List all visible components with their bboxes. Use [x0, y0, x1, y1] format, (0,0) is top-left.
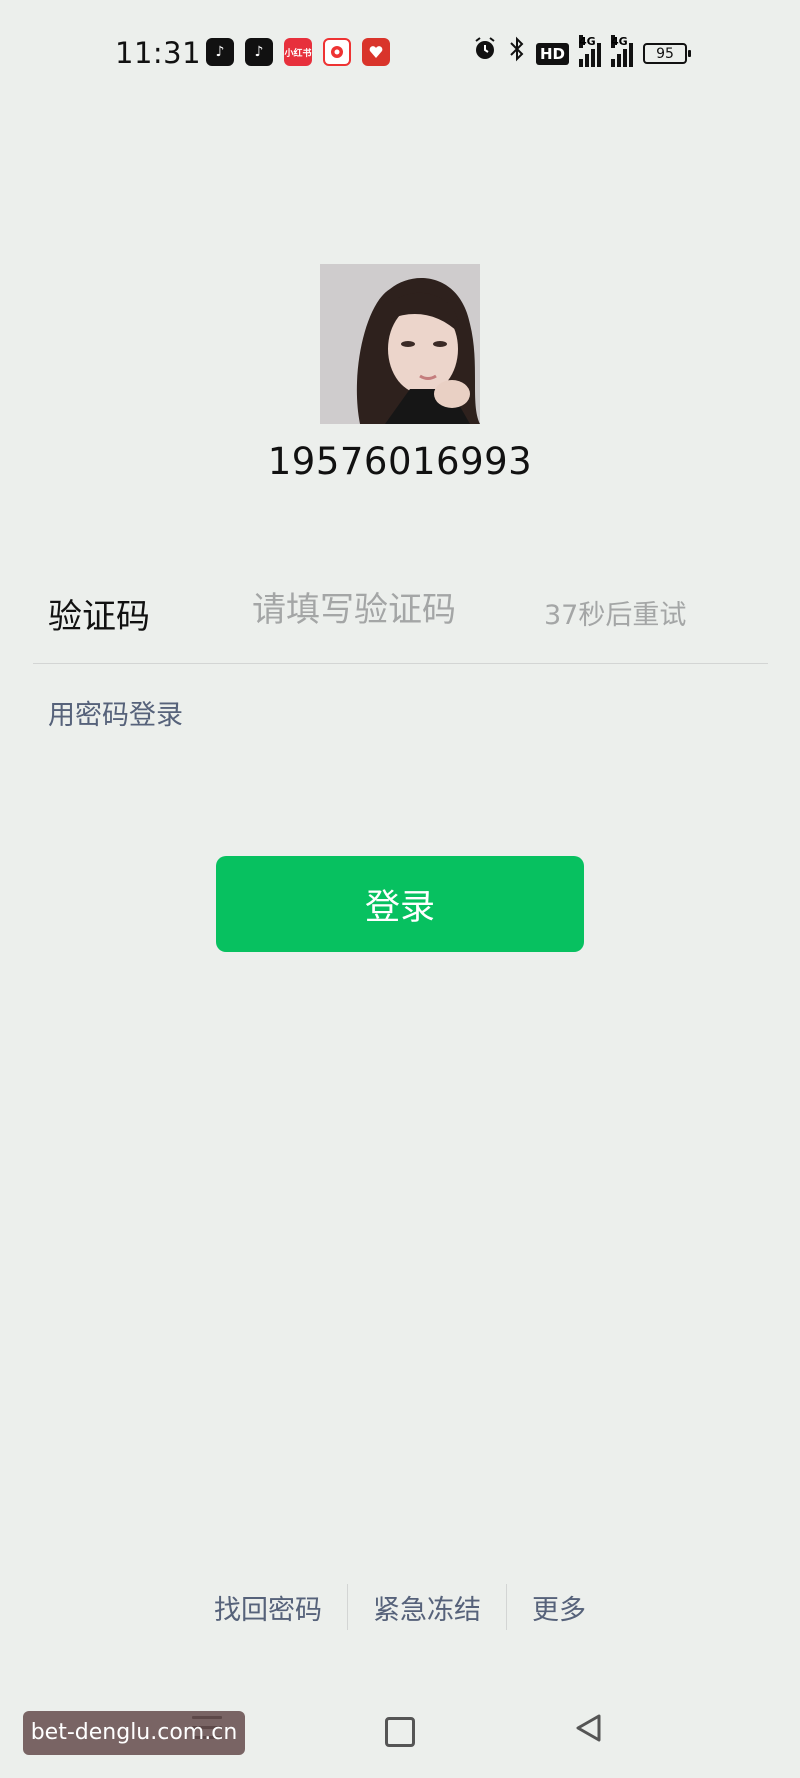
bluetooth-icon — [508, 36, 526, 71]
account-phone-number: 19576016993 — [267, 440, 533, 483]
login-button[interactable]: 登录 — [216, 856, 584, 952]
more-link[interactable]: 更多 — [507, 1588, 611, 1627]
douyin-lite-icon: ♪ — [245, 38, 273, 66]
verification-code-label: 验证码 — [48, 597, 150, 637]
recover-password-link[interactable]: 找回密码 — [189, 1588, 347, 1627]
watermark: bet-denglu.com.cn — [23, 1711, 245, 1755]
nav-home-icon[interactable] — [385, 1717, 415, 1747]
signal-4g-icon: 4G — [611, 34, 634, 67]
avatar — [320, 264, 480, 424]
verification-code-input[interactable] — [252, 586, 482, 634]
bottom-links: 找回密码 紧急冻结 更多 — [0, 1584, 800, 1630]
douyin-icon: ♪ — [206, 38, 234, 66]
xiaohongshu-icon: 小红书 — [284, 38, 312, 66]
nav-back-icon[interactable] — [574, 1713, 602, 1747]
password-login-link[interactable]: 用密码登录 — [48, 693, 183, 732]
status-bar: 11:31 ♪ ♪ 小红书 HD 4G 4G 95 — [0, 0, 800, 106]
status-time: 11:31 — [115, 36, 202, 70]
input-divider — [33, 663, 768, 664]
alarm-icon — [472, 36, 498, 71]
battery-icon: 95 — [643, 43, 692, 64]
emergency-freeze-link[interactable]: 紧急冻结 — [348, 1588, 506, 1627]
system-icons: HD 4G 4G 95 — [472, 34, 692, 71]
signal-4g-icon: 4G — [579, 34, 602, 67]
weibo-icon — [323, 38, 351, 66]
hd-icon: HD — [536, 42, 570, 65]
pinduoduo-icon — [362, 38, 390, 66]
resend-countdown: 37秒后重试 — [544, 600, 687, 631]
notification-app-icons: ♪ ♪ 小红书 — [206, 38, 390, 66]
